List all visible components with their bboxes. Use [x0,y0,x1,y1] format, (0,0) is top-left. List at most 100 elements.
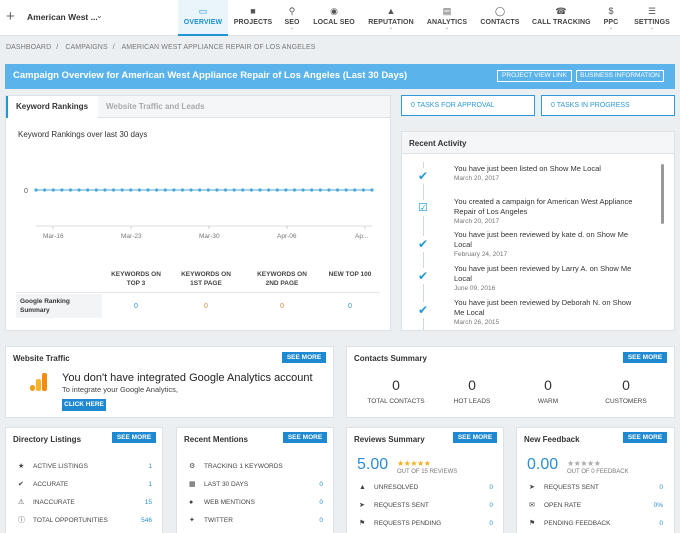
row-label: Google Ranking Summary [16,294,102,318]
list-item: ⚑ PENDING FEEDBACK 0 [529,517,663,531]
activity-date: March 20, 2017 [454,175,500,182]
breadcrumb-dashboard[interactable]: DASHBOARD [6,44,51,51]
megaphone-icon: ▲ [386,6,396,16]
nav-seo[interactable]: ⚲ SEO ⌄ [280,0,304,36]
list-item: ▦ LAST 30 DAYS 0 [189,478,323,492]
list-item: ⚠ INACCURATE 15 [18,496,152,510]
nav-call-tracking[interactable]: ☎ CALL TRACKING [532,0,591,36]
chevron-down-icon: ⌄ [388,25,394,31]
data-point [103,188,107,192]
mentions-see-more-button[interactable]: SEE MORE [283,432,327,443]
sliders-icon: ☰ [647,6,657,16]
scrollbar[interactable] [661,164,664,224]
list-item: ➤ REQUESTS SENT 0 [359,499,493,513]
reviews-see-more-button[interactable]: SEE MORE [453,432,497,443]
directory-listings-panel: Directory Listings SEE MORE ★ ACTIVE LIST… [5,427,163,533]
campaign-banner: Campaign Overview for American West Appl… [5,64,675,89]
feedback-see-more-button[interactable]: SEE MORE [623,432,667,443]
data-point [370,188,374,192]
star-icon: ★ [593,459,601,468]
chevron-down-icon: ⌄ [289,25,295,31]
website-traffic-see-more-button[interactable]: SEE MORE [282,352,326,363]
send-icon: ➤ [529,484,535,491]
nav-contacts[interactable]: ◯ CONTACTS [478,0,522,36]
tab-keyword-rankings[interactable]: Keyword Rankings [6,96,98,118]
flag-icon: ⚑ [359,520,366,527]
contacts-summary-panel: Contacts Summary SEE MORE 0 TOTAL CONTAC… [346,346,675,418]
feedback-count: OUT OF 0 FEEDBACK [567,469,629,475]
keyword-rankings-panel: Keyword Rankings Website Traffic and Lea… [5,95,391,331]
data-point [111,188,116,192]
total-contacts-value: 0 [392,377,400,393]
x-tick-label: Mar-30 [199,233,220,240]
nav-overview[interactable]: ▭ OVERVIEW [178,0,228,36]
tab-website-traffic[interactable]: Website Traffic and Leads [98,96,238,118]
list-item: ▲ UNRESOLVED 0 [359,481,493,495]
activity-text: You have just been reviewed by Deborah N… [454,298,632,317]
website-traffic-title: Website Traffic [13,354,70,363]
tasks-for-approval-button[interactable]: 0 TASKS FOR APPROVAL [401,95,535,116]
keywords-1st-page-value: 0 [204,303,208,310]
gear-icon: ⚙ [189,463,196,470]
check-icon: ✔ [415,168,431,184]
directory-see-more-button[interactable]: SEE MORE [112,432,156,443]
nav-ppc[interactable]: $ PPC ⌄ [599,0,623,36]
business-information-button[interactable]: BUSINESS INFORMATION [576,70,664,82]
breadcrumb-current: AMERICAN WEST APPLIANCE REPAIR OF LOS AN… [121,44,316,51]
data-point [68,188,73,192]
nav-local-seo[interactable]: ◉ LOCAL SEO [312,0,356,36]
keywords-top-3-value: 0 [134,303,138,310]
star-icon: ★ [18,463,25,470]
project-view-link-button[interactable]: PROJECT VIEW LINK [497,70,572,82]
nav-reputation[interactable]: ▲ REPUTATION ⌄ [366,0,416,36]
plus-icon[interactable]: + [6,9,15,24]
data-point [198,188,202,192]
warm-value: 0 [544,377,552,393]
breadcrumb: DASHBOARD / CAMPAIGNS / AMERICAN WEST APPL… [6,44,316,51]
data-point [249,188,253,192]
warm-label: WARM [537,398,559,405]
nav-settings[interactable]: ☰ SETTINGS ⌄ [632,0,672,36]
nav-projects[interactable]: ■ PROJECTS [232,0,274,36]
contacts-see-more-button[interactable]: SEE MORE [623,352,667,363]
data-point [180,188,185,192]
activity-text: You created a campaign for American West… [454,197,633,216]
search-icon: ⚲ [288,6,296,16]
x-tick-label: Mar-23 [121,233,142,240]
data-point [318,188,322,192]
chevron-down-icon: ⌄ [444,25,450,31]
data-point [241,188,245,192]
list-item: ✦ TWITTER 0 [189,514,323,528]
breadcrumb-campaigns[interactable]: CAMPAIGNS [65,44,107,51]
activity-text: You have just been listed on Show Me Loc… [454,164,601,173]
alert-icon: ⚠ [18,499,25,506]
data-point [60,188,64,192]
data-point [94,188,98,192]
data-point [284,188,288,192]
directory-listings-title: Directory Listings [13,435,82,444]
data-point [86,188,90,192]
recent-mentions-title: Recent Mentions [184,435,249,444]
recent-mentions-panel: Recent Mentions SEE MORE ⚙ TRACKING 1 KEY… [176,427,334,533]
data-point [146,188,150,192]
data-point [301,188,305,192]
list-item: ✔ ACCURATE 1 [18,478,152,492]
reviews-summary-title: Reviews Summary [354,435,425,444]
globe-icon: ● [189,499,194,506]
list-item: ⚙ TRACKING 1 KEYWORDS [189,460,323,474]
account-selector[interactable]: American West ... [27,12,98,22]
warning-icon: ▲ [359,484,366,491]
column-header: KEYWORDS ON 2ND PAGE [257,271,307,287]
data-point [163,188,167,192]
chevron-down-icon[interactable]: ⌄ [96,11,103,20]
star-icon: ★ [587,459,594,468]
nav-analytics[interactable]: ▤ ANALYTICS ⌄ [425,0,469,36]
chevron-down-icon: ⌄ [649,25,655,31]
star-icon: ★ [397,459,404,468]
column-header: KEYWORDS ON 1ST PAGE [181,271,231,287]
data-point [120,188,124,192]
check-circle-icon: ✔ [18,481,24,488]
new-top-100-value: 0 [348,303,352,310]
tasks-in-progress-button[interactable]: 0 TASKS IN PROGRESS [541,95,675,116]
click-here-button[interactable]: CLICK HERE [62,399,106,411]
